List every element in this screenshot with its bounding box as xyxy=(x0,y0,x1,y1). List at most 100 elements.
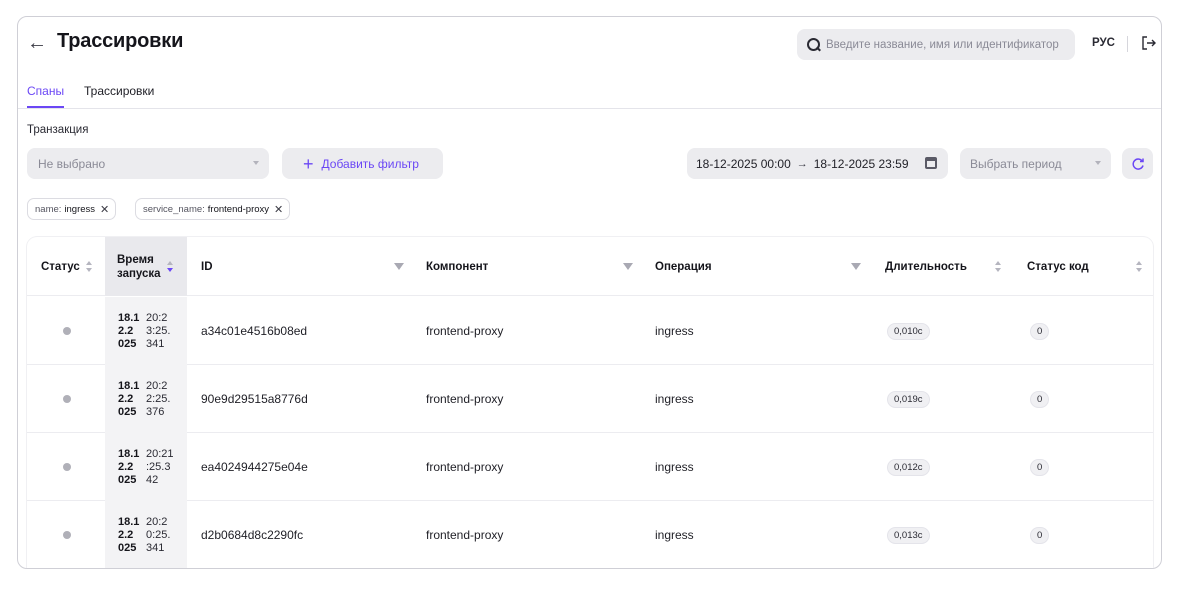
status-code-badge: 0 xyxy=(1030,322,1050,340)
start-time-clock-part: 341 xyxy=(146,541,165,554)
start-time-date-part: 2.2 xyxy=(118,460,134,473)
column-status-code-label: Статус код xyxy=(1027,260,1089,273)
refresh-button[interactable] xyxy=(1122,148,1153,179)
start-time-value: 18.1 20:2 2.2 2:25. 025 376 xyxy=(118,380,186,419)
column-status-label: Статус xyxy=(41,260,80,273)
operation-value: ingress xyxy=(655,392,694,406)
date-to: 18-12-2025 23:59 xyxy=(813,156,909,171)
sort-icon[interactable] xyxy=(166,260,174,273)
add-filter-button[interactable]: + Добавить фильтр xyxy=(282,148,443,179)
close-icon[interactable]: ✕ xyxy=(100,203,109,216)
sort-icon[interactable] xyxy=(994,261,1002,273)
duration-badge: 0,013с xyxy=(887,526,930,544)
component-value: frontend-proxy xyxy=(426,324,504,338)
app-window: ← Трассировки РУС Спаны Трассировки Тран… xyxy=(17,16,1162,569)
start-time-date-part: 025 xyxy=(118,473,137,486)
duration-badge: 0,010с xyxy=(887,322,930,340)
logout-icon[interactable] xyxy=(1139,33,1159,53)
start-time-value: 18.1 20:2 2.2 0:25. 025 341 xyxy=(118,516,186,555)
table-header: Статус Время запуска ID Компонент Операц… xyxy=(27,237,1153,296)
start-time-clock-part: 0:25. xyxy=(146,528,171,541)
status-dot-icon xyxy=(63,531,71,539)
start-time-clock-part: 20:2 xyxy=(146,515,168,528)
column-duration[interactable]: Длительность xyxy=(885,237,967,296)
operation-value: ingress xyxy=(655,324,694,338)
duration-badge: 0,012с xyxy=(887,458,930,476)
column-status[interactable]: Статус xyxy=(41,237,93,296)
column-start-time[interactable]: Время запуска xyxy=(105,237,187,296)
start-time-cell: 18.1 20:2 2.2 0:25. 025 341 xyxy=(105,501,187,568)
start-time-clock-part: :25.3 xyxy=(146,460,171,473)
refresh-icon xyxy=(1131,157,1144,170)
start-time-clock-part: 42 xyxy=(146,473,159,486)
date-arrow: → xyxy=(796,157,808,170)
active-tab-indicator xyxy=(27,106,64,108)
date-from: 18-12-2025 00:00 xyxy=(696,156,791,171)
column-start-time-label: Время запуска xyxy=(117,253,161,281)
table-row[interactable]: 18.1 20:2 2.2 0:25. 025 341 d2b0684d8c2290fc fr… xyxy=(27,501,1153,568)
start-time-cell: 18.1 20:2 2.2 3:25. 025 341 xyxy=(105,297,187,365)
start-time-date-part: 2.2 xyxy=(118,324,134,337)
date-range-picker[interactable]: 18-12-2025 00:00 → 18-12-2025 23:59 xyxy=(687,148,948,179)
sort-icon[interactable] xyxy=(1135,261,1143,273)
span-id[interactable]: ea4024944275e04e xyxy=(201,433,308,501)
filter-icon[interactable] xyxy=(851,263,861,271)
sort-icon[interactable] xyxy=(85,260,93,273)
search-icon xyxy=(807,37,821,52)
start-time-date-part: 18.1 xyxy=(118,311,140,324)
add-filter-label: Добавить фильтр xyxy=(321,156,419,171)
tab-spans[interactable]: Спаны xyxy=(27,84,64,98)
chip-key: service_name: xyxy=(143,203,205,215)
operation-value: ingress xyxy=(655,460,694,474)
table-row[interactable]: 18.1 20:2 2.2 3:25. 025 341 a34c01e4516b08ed fr… xyxy=(27,297,1153,365)
status-dot-icon xyxy=(63,395,71,403)
span-id[interactable]: a34c01e4516b08ed xyxy=(201,297,307,365)
page-header: ← Трассировки РУС xyxy=(18,17,1161,73)
start-time-value: 18.1 20:2 2.2 3:25. 025 341 xyxy=(118,312,186,351)
start-time-clock-part: 341 xyxy=(146,337,165,350)
start-time-date-part: 025 xyxy=(118,541,137,554)
period-select[interactable]: Выбрать период xyxy=(960,148,1111,179)
status-code-badge: 0 xyxy=(1030,526,1050,544)
language-switcher[interactable]: РУС xyxy=(1092,37,1115,49)
calendar-icon[interactable] xyxy=(925,157,937,169)
close-icon[interactable]: ✕ xyxy=(274,203,283,216)
search-box[interactable] xyxy=(797,29,1075,60)
table-row[interactable]: 18.1 20:21 2.2:25.3 025 42 ea4024944275e04e fr… xyxy=(27,433,1153,501)
start-time-cell: 18.1 20:2 2.2 2:25. 025 376 xyxy=(105,365,187,433)
start-time-clock-part: 3:25. xyxy=(146,324,171,337)
column-start-time-line2: запуска xyxy=(117,267,161,280)
search-input[interactable] xyxy=(826,38,1066,51)
status-code-badge: 0 xyxy=(1030,390,1050,408)
table-row[interactable]: 18.1 20:2 2.2 2:25. 025 376 90e9d29515a8776d fr… xyxy=(27,365,1153,433)
chip-value: frontend-proxy xyxy=(207,203,270,215)
tab-traces[interactable]: Трассировки xyxy=(84,84,154,98)
chevron-down-icon xyxy=(1095,161,1101,165)
start-time-date-part: 025 xyxy=(118,405,137,418)
filter-chip-service-name: service_name: frontend-proxy ✕ xyxy=(135,198,291,220)
status-dot-icon xyxy=(63,463,71,471)
filter-chip-name: name: ingress ✕ xyxy=(27,198,117,220)
column-duration-label: Длительность xyxy=(885,260,967,273)
start-time-date-part: 2.2 xyxy=(118,528,134,541)
start-time-clock-part: 20:21 xyxy=(146,447,174,460)
back-arrow-icon[interactable]: ← xyxy=(27,31,49,55)
column-operation[interactable]: Операция xyxy=(655,237,712,296)
filter-icon[interactable] xyxy=(623,263,633,271)
transaction-select[interactable]: Не выбрано xyxy=(27,148,269,179)
start-time-cell: 18.1 20:21 2.2:25.3 025 42 xyxy=(105,433,187,501)
span-id[interactable]: d2b0684d8c2290fc xyxy=(201,501,303,568)
operation-value: ingress xyxy=(655,528,694,542)
period-select-placeholder: Выбрать период xyxy=(970,156,1062,171)
transaction-select-value: Не выбрано xyxy=(38,156,106,171)
chip-value: ingress xyxy=(64,203,96,215)
column-start-time-line1: Время xyxy=(117,253,154,266)
filter-icon[interactable] xyxy=(394,263,404,271)
column-status-code[interactable]: Статус код xyxy=(1027,237,1089,296)
column-id[interactable]: ID xyxy=(201,237,213,296)
column-component[interactable]: Компонент xyxy=(426,237,488,296)
start-time-value: 18.1 20:21 2.2:25.3 025 42 xyxy=(118,448,186,487)
page-title: Трассировки xyxy=(57,30,184,52)
span-id[interactable]: 90e9d29515a8776d xyxy=(201,365,308,433)
component-value: frontend-proxy xyxy=(426,392,504,406)
